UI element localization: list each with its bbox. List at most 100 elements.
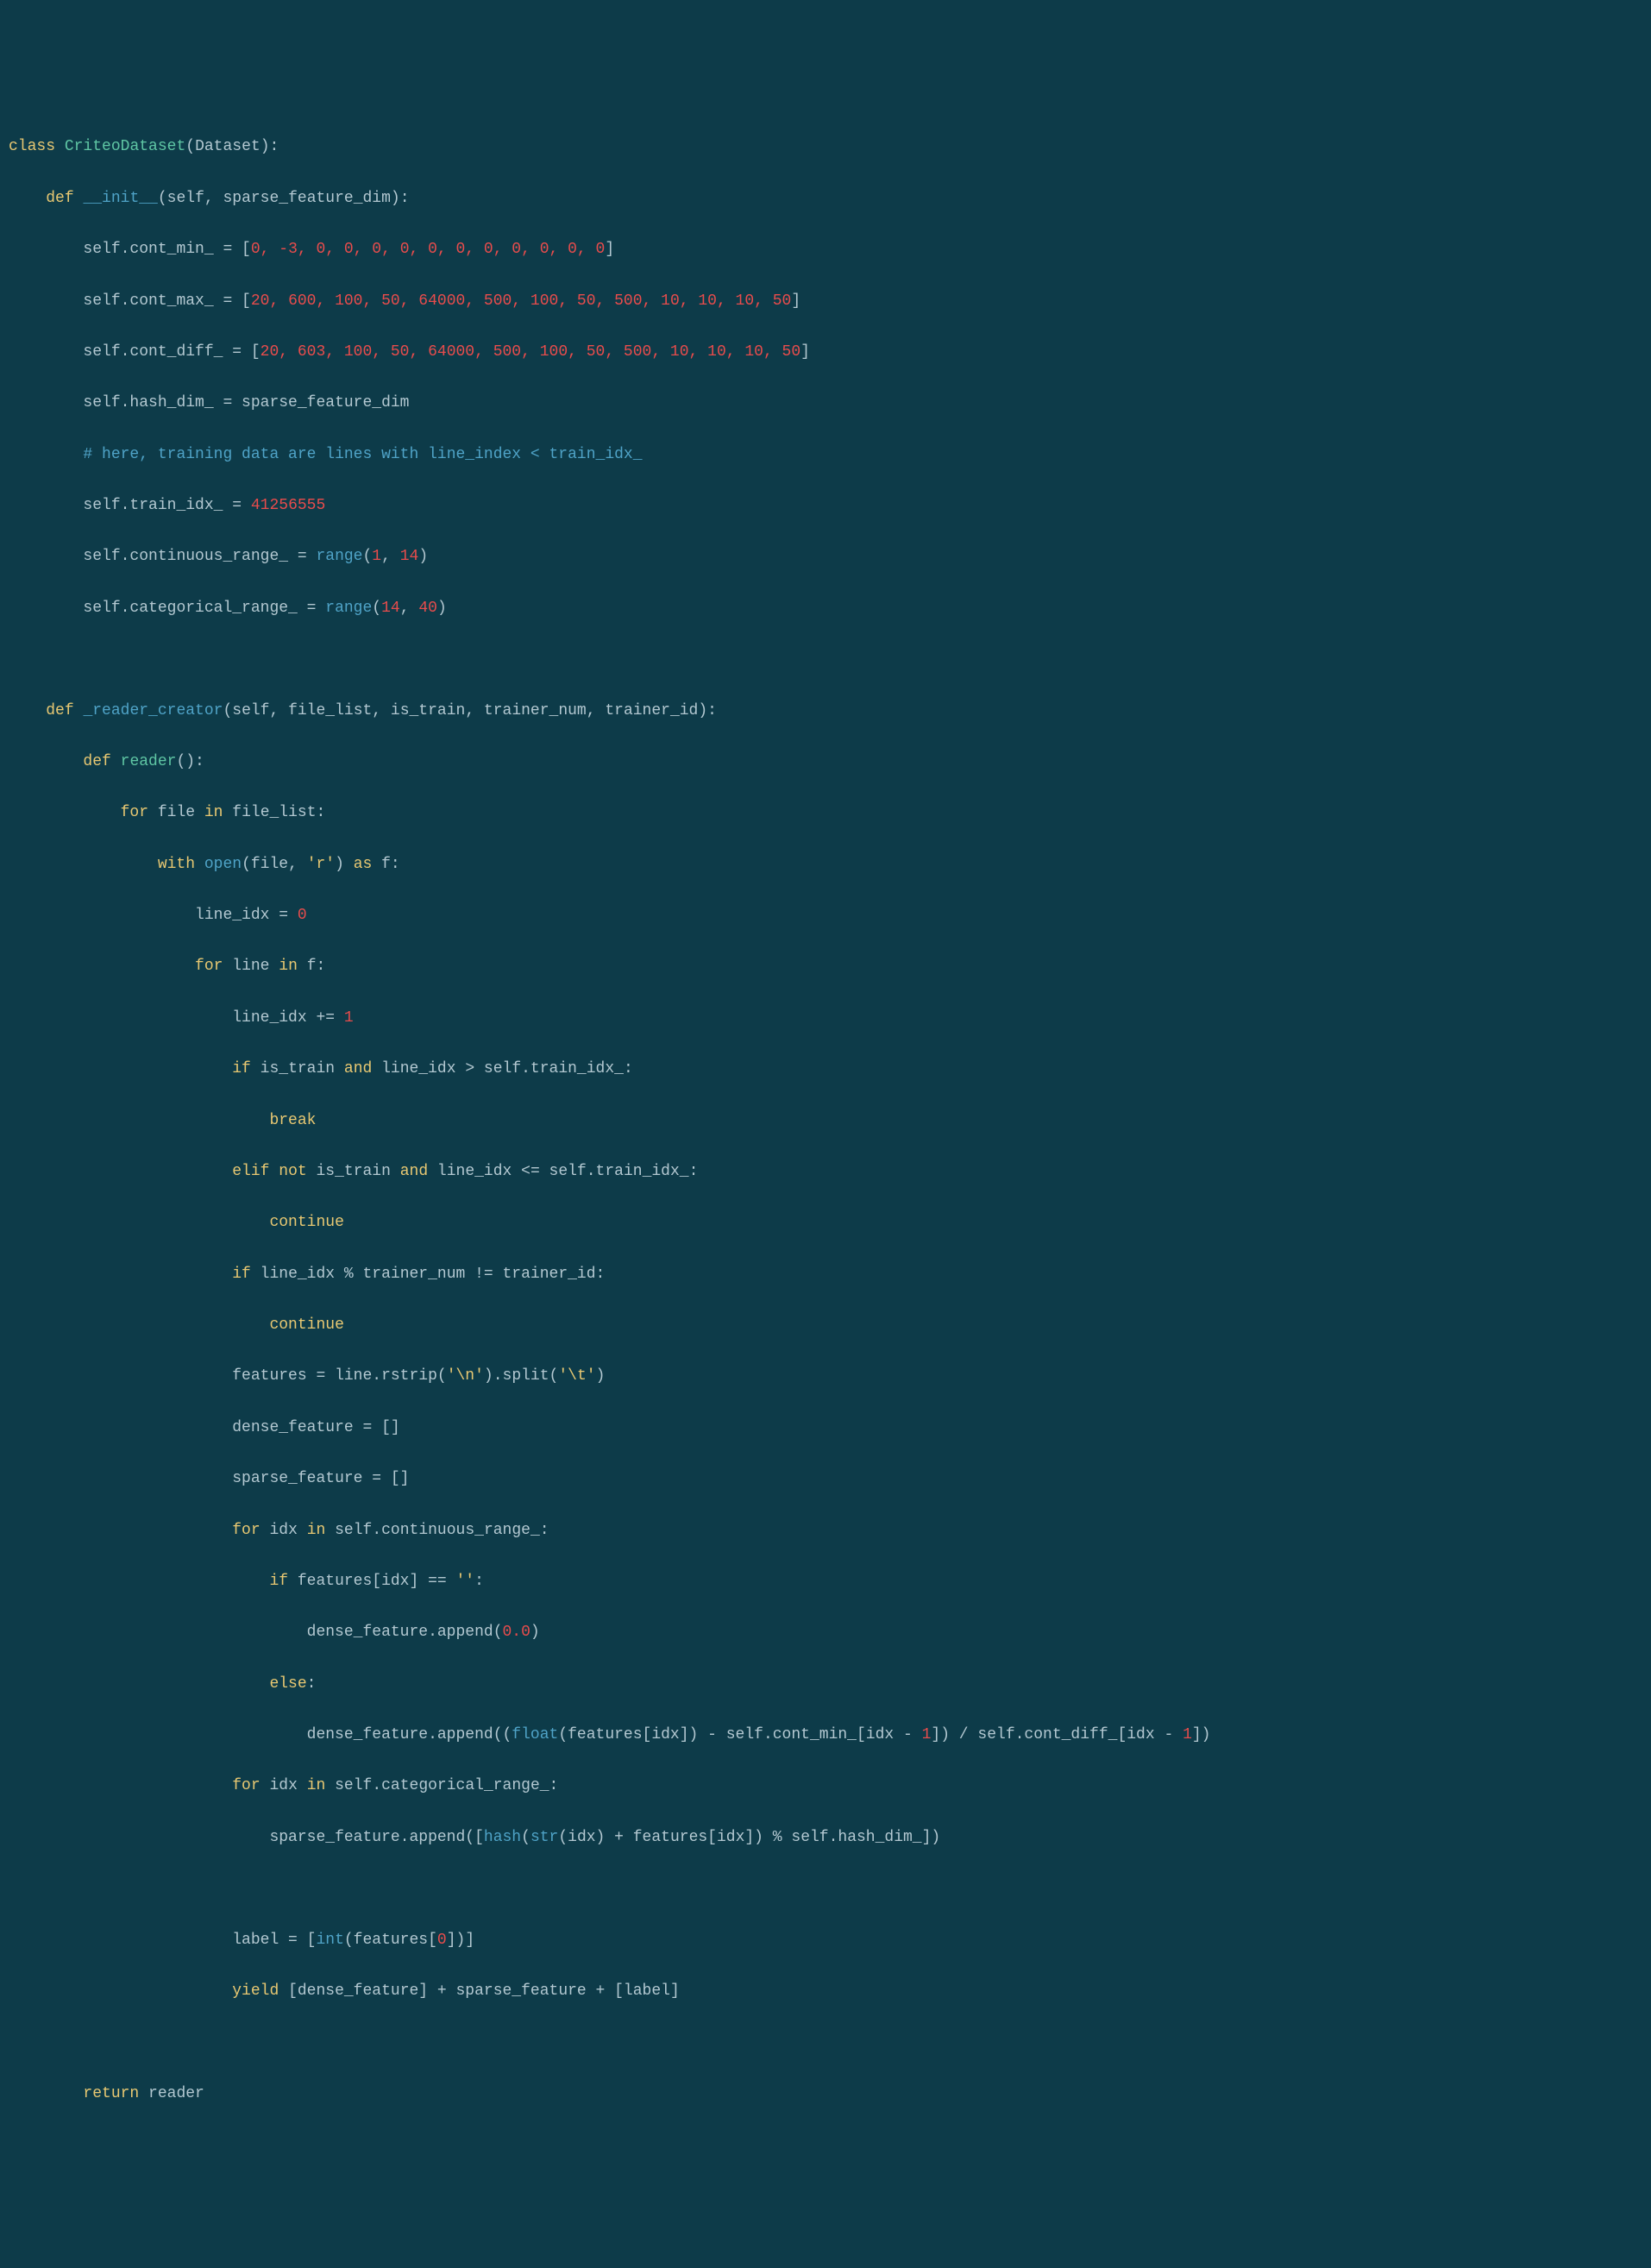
number: 0.0	[503, 1624, 530, 1641]
punct: ]	[800, 343, 810, 361]
assign: self.continuous_range_ =	[83, 548, 316, 565]
punct: )	[530, 1624, 540, 1641]
expr: dense_feature.append((	[307, 1726, 512, 1743]
code-line: for idx in self.continuous_range_:	[0, 1518, 1651, 1544]
number: 14	[381, 600, 400, 617]
punct: )	[437, 600, 447, 617]
code-line: if is_train and line_idx > self.train_id…	[0, 1057, 1651, 1083]
expr: line_idx +=	[232, 1009, 344, 1027]
code-line: self.cont_diff_ = [20, 603, 100, 50, 640…	[0, 340, 1651, 366]
class-name: CriteoDataset	[65, 138, 185, 155]
assign: sparse_feature = []	[232, 1470, 409, 1487]
punct: (	[362, 548, 372, 565]
expr: label = [	[232, 1932, 316, 1949]
keyword-elif: elif	[232, 1163, 269, 1180]
expr: [dense_feature] + sparse_feature + [labe…	[279, 1982, 679, 2000]
expr: ])	[1192, 1726, 1211, 1743]
builtin-hash: hash	[484, 1829, 521, 1846]
var: f:	[307, 958, 326, 975]
code-line: elif not is_train and line_idx <= self.t…	[0, 1159, 1651, 1185]
method-name: __init__	[83, 190, 157, 207]
punct: ]	[605, 241, 614, 258]
number: 41256555	[251, 497, 325, 514]
cond: line_idx <= self.train_idx_:	[428, 1163, 698, 1180]
punct: :	[474, 1573, 484, 1590]
number: 1	[372, 548, 381, 565]
expr: (features[	[344, 1932, 437, 1949]
expr: dense_feature.append(	[307, 1624, 503, 1641]
punct: ,	[400, 600, 419, 617]
code-line: self.continuous_range_ = range(1, 14)	[0, 544, 1651, 570]
keyword-for: for	[195, 958, 223, 975]
keyword-else: else	[269, 1675, 306, 1693]
params: ():	[176, 753, 204, 770]
code-line: features = line.rstrip('\n').split('\t')	[0, 1364, 1651, 1390]
keyword-if: if	[232, 1060, 251, 1077]
code-line: break	[0, 1109, 1651, 1134]
code-line: else:	[0, 1672, 1651, 1698]
assign: line_idx =	[195, 907, 298, 924]
number: 1	[922, 1726, 932, 1743]
keyword-in: in	[279, 958, 298, 975]
code-line: def _reader_creator(self, file_list, is_…	[0, 699, 1651, 725]
number: 1	[1183, 1726, 1192, 1743]
number: 0	[298, 907, 307, 924]
expr: sparse_feature.append([	[269, 1829, 483, 1846]
punct: )	[418, 548, 428, 565]
keyword-and: and	[344, 1060, 372, 1077]
keyword-continue: continue	[269, 1214, 343, 1231]
comment: # here, training data are lines with lin…	[83, 446, 642, 463]
code-line: for line in f:	[0, 954, 1651, 980]
code-line: line_idx = 0	[0, 903, 1651, 929]
keyword-def: def	[46, 702, 73, 719]
string: ''	[456, 1573, 475, 1590]
keyword-if: if	[232, 1266, 251, 1283]
blank-line	[0, 2030, 1651, 2056]
keyword-for: for	[232, 1522, 260, 1539]
builtin-float: float	[512, 1726, 558, 1743]
keyword-in: in	[307, 1522, 326, 1539]
code-line: dense_feature = []	[0, 1416, 1651, 1442]
code-line: def __init__(self, sparse_feature_dim):	[0, 186, 1651, 212]
code-line: continue	[0, 1313, 1651, 1339]
assign: self.cont_diff_ = [	[83, 343, 260, 361]
var: line	[232, 958, 269, 975]
code-line: continue	[0, 1210, 1651, 1236]
punct: :	[307, 1675, 317, 1693]
params: (self, file_list, is_train, trainer_num,…	[223, 702, 717, 719]
expr: reader	[139, 2085, 204, 2102]
code-line: self.hash_dim_ = sparse_feature_dim	[0, 391, 1651, 417]
punct: ,	[381, 548, 400, 565]
keyword-yield: yield	[232, 1982, 279, 2000]
code-line: self.train_idx_ = 41256555	[0, 493, 1651, 519]
code-line: yield [dense_feature] + sparse_feature +…	[0, 1979, 1651, 2005]
assign: self.categorical_range_ =	[83, 600, 325, 617]
expr: (idx) + features[idx]) % self.hash_dim_]…	[558, 1829, 940, 1846]
code-line: sparse_feature = []	[0, 1467, 1651, 1492]
code-line: def reader():	[0, 750, 1651, 776]
keyword-and: and	[400, 1163, 428, 1180]
number: 14	[400, 548, 419, 565]
code-line: line_idx += 1	[0, 1006, 1651, 1032]
code-line: label = [int(features[0])]	[0, 1928, 1651, 1954]
code-line: if features[idx] == '':	[0, 1569, 1651, 1595]
code-line: if line_idx % trainer_num != trainer_id:	[0, 1262, 1651, 1288]
method-name: _reader_creator	[83, 702, 223, 719]
args: )	[335, 856, 354, 873]
var: idx	[269, 1522, 297, 1539]
cond: is_train	[251, 1060, 344, 1077]
expr: self.continuous_range_:	[335, 1522, 549, 1539]
assign: self.train_idx_ =	[83, 497, 250, 514]
builtin-open: open	[204, 856, 242, 873]
expr: )	[596, 1367, 606, 1385]
keyword-def: def	[46, 190, 73, 207]
code-line: self.cont_min_ = [0, -3, 0, 0, 0, 0, 0, …	[0, 237, 1651, 263]
code-line: sparse_feature.append([hash(str(idx) + f…	[0, 1825, 1651, 1851]
cond: line_idx > self.train_idx_:	[372, 1060, 632, 1077]
expr: ])]	[447, 1932, 474, 1949]
keyword-as: as	[354, 856, 373, 873]
builtin-int: int	[316, 1932, 343, 1949]
number: 0	[437, 1932, 447, 1949]
code-line: class CriteoDataset(Dataset):	[0, 135, 1651, 160]
expr: ).split(	[484, 1367, 558, 1385]
